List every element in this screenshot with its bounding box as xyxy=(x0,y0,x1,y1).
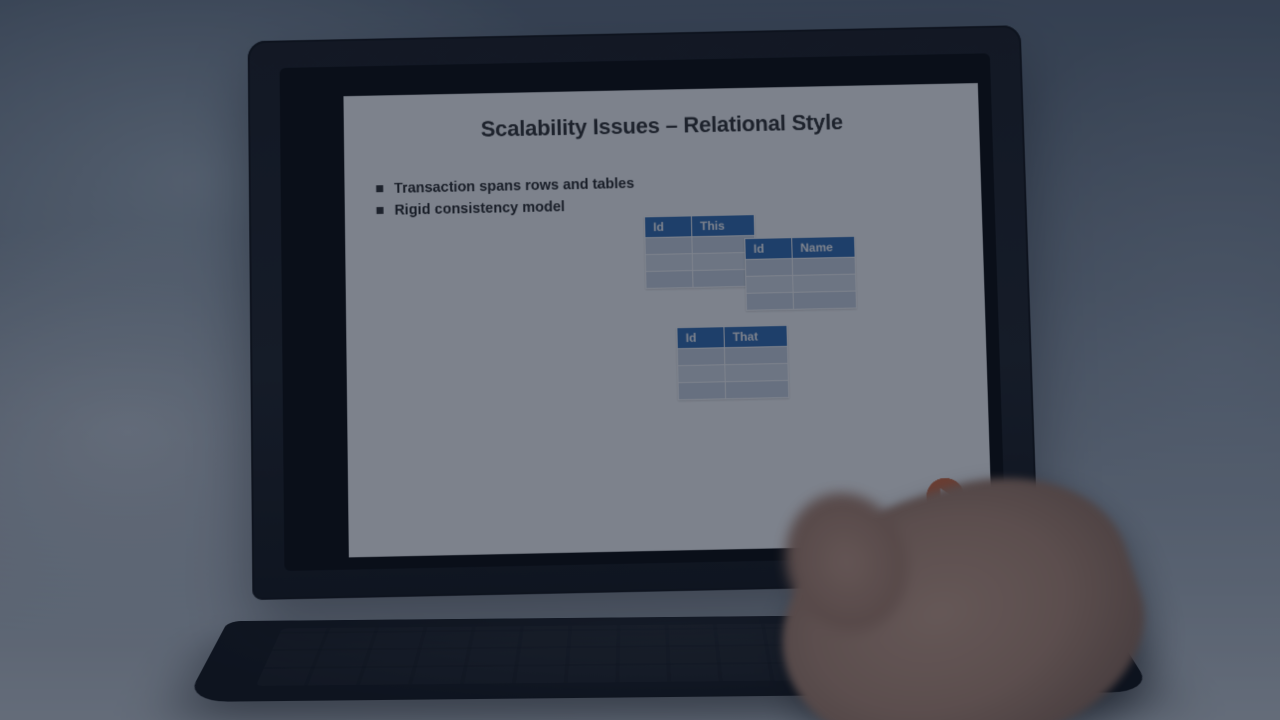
photo-background: Scalability Issues – Relational Style Tr… xyxy=(0,0,1280,720)
col-header: That xyxy=(724,325,787,347)
col-header: Id xyxy=(745,238,792,260)
table-row xyxy=(678,380,789,399)
table-row xyxy=(646,269,756,288)
table-row xyxy=(746,291,856,310)
col-header: Id xyxy=(677,327,724,349)
col-header: This xyxy=(691,215,754,237)
slide-title: Scalability Issues – Relational Style xyxy=(343,107,980,145)
presentation-slide: Scalability Issues – Relational Style Tr… xyxy=(343,83,993,557)
col-header: Id xyxy=(645,216,692,238)
db-table-name: Id Name xyxy=(744,236,857,311)
bullet-list: Transaction spans rows and tables Rigid … xyxy=(376,166,982,223)
db-table-that: Id That xyxy=(676,325,789,400)
col-header: Name xyxy=(792,236,855,258)
laptop-screen: Scalability Issues – Relational Style Tr… xyxy=(280,53,1006,571)
db-table-this: Id This xyxy=(644,214,756,289)
